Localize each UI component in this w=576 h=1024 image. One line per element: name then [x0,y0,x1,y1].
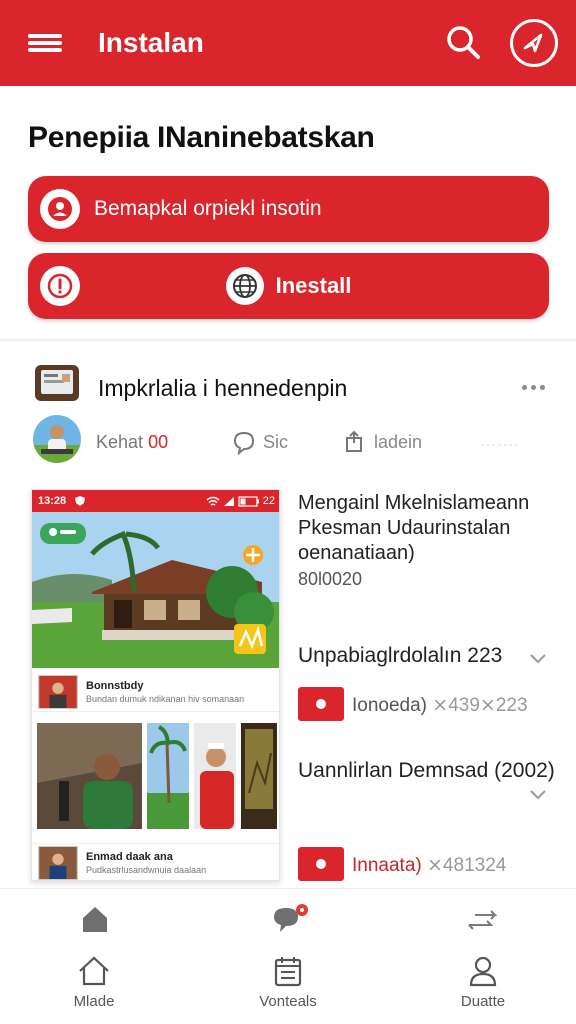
swap-arrows-icon[interactable] [465,905,499,935]
preview-status-bar: 13:28 22 [32,490,279,512]
record-dot-icon [316,699,326,709]
chevron-down-icon[interactable] [528,648,548,668]
nav-home[interactable]: Mlade [60,955,128,1010]
nav-home-label: Mlade [73,993,115,1010]
chevron-down-icon[interactable] [528,784,548,804]
likes-count: 00 [148,432,169,452]
chat-notification-icon[interactable] [272,903,312,937]
preview-photo-palm [147,723,189,829]
share-icon [346,430,362,452]
tag-text: Innaata) ⨯481324 [352,854,506,877]
hamburger-menu-icon[interactable] [28,31,62,55]
calendar-icon [274,957,302,987]
preview-card-subtitle: Pudkastrlusandwnuia daalaan [86,864,207,875]
app-screenshot-preview[interactable]: 13:28 22 Bonnstbdy Bundan dumuk ndikanan… [31,489,280,881]
nav-events[interactable]: Vonteals [246,955,330,1010]
tag-dim: ⨯481324 [427,855,507,876]
preview-card-subtitle: Bundan dumuk ndikanan hiv somanaan [86,693,245,704]
nav-profile[interactable]: Duatte [448,955,518,1010]
dots-indicator: ······· [480,436,520,452]
comment-icon [233,431,255,455]
details-title: Mengainl Mkelnislameann Pkesman Udaurins… [298,492,530,564]
home-outline-icon [79,956,109,986]
share-label: ladein [374,431,423,452]
globe-icon [225,267,264,305]
tag-main: Ionoeda) [352,695,428,716]
details-date: 80l0020 [298,569,363,589]
likes-label: Kehat [96,432,144,452]
preview-photo-man [37,723,142,829]
install-label: Inestall [275,273,352,298]
install-button[interactable]: Inestall [28,253,549,319]
compass-needle-icon [523,33,543,53]
preview-photo-painting [241,723,277,829]
section-divider [0,339,576,341]
app-logo-icon [35,365,79,401]
primary-action-label: Bemapkal orpiekl insotin [94,197,322,220]
preview-thumb [38,845,78,880]
user-badge-icon [40,189,80,229]
preview-list-item: Enmad daak ana Pudkastrlusandwnuia daala… [32,843,279,880]
compass-icon[interactable] [510,19,558,67]
more-options-icon[interactable] [522,381,548,393]
record-tag[interactable] [298,687,344,721]
app-title: Instalan [98,27,204,58]
preview-card-title: Enmad daak ana [86,850,173,863]
home-filled-icon[interactable] [80,904,110,934]
signal-icon [223,496,234,506]
preview-card-title: Bonnstbdy [86,679,144,692]
nav-events-label: Vonteals [259,993,317,1010]
record-tag[interactable] [298,847,344,881]
tag-dim: ⨯439⨯223 [432,695,528,716]
preview-badge-icon [40,523,86,544]
person-icon [469,956,497,987]
record-dot-icon [316,859,326,869]
section-heading: Unpabiaglrdolalın 223 [298,644,503,667]
post-title: Impkrlalia i hennedenpin [98,375,348,401]
preview-status-time: 13:28 [38,495,67,507]
avatar[interactable] [33,415,81,463]
app-screen: Instalan Penepiia INaninebatskan Bemapka… [0,0,576,1024]
preview-thumb [38,674,78,709]
page-title: Penepiia INaninebatskan [28,121,375,154]
primary-action-button[interactable]: Bemapkal orpiekl insotin [28,176,549,242]
preview-photo-person [194,723,236,829]
tag-text: Ionoeda) ⨯439⨯223 [352,694,528,717]
info-icon [40,266,80,306]
comment-label: Sic [263,431,289,452]
tag-main: Innaata) [352,855,422,876]
battery-level: 22 [262,495,275,507]
wifi-icon [206,496,220,506]
search-icon[interactable] [444,23,484,63]
preview-list-item: Bonnstbdy Bundan dumuk ndikanan hiv soma… [32,672,279,712]
section-heading: Uannlirlan Demnsad (2002) [298,759,555,782]
share-button[interactable]: ladein [344,429,422,455]
nav-profile-label: Duatte [460,993,506,1010]
app-bar: Instalan [0,0,576,86]
battery-icon [238,495,259,507]
comment-button[interactable]: Sic [231,429,288,455]
likes-stat: Kehat 00 [96,432,168,453]
shield-icon [75,496,86,506]
preview-photo-grid [37,723,277,829]
